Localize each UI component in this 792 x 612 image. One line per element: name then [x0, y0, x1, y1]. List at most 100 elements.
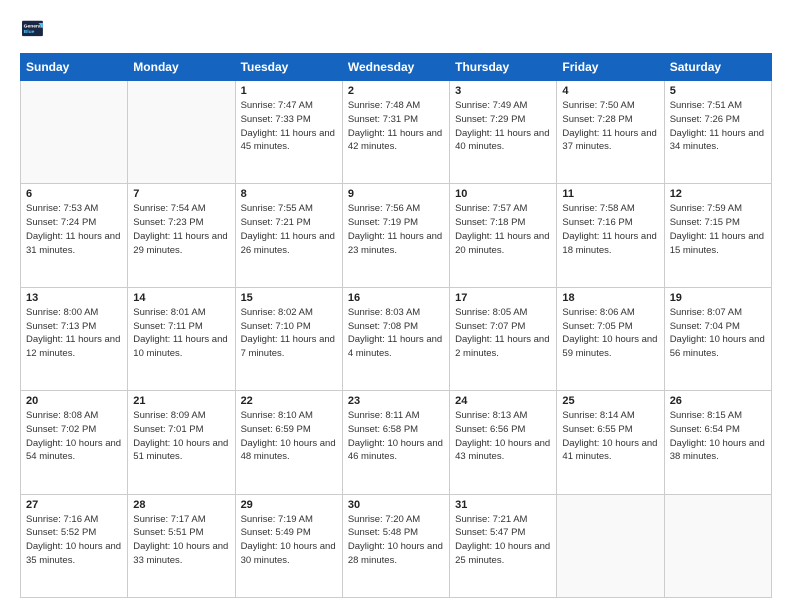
- svg-text:Blue: Blue: [24, 29, 35, 35]
- day-info: Sunrise: 7:16 AM Sunset: 5:52 PM Dayligh…: [26, 513, 122, 568]
- day-number: 15: [241, 292, 337, 304]
- week-row-1: 6Sunrise: 7:53 AM Sunset: 7:24 PM Daylig…: [21, 184, 772, 287]
- day-cell: 17 Sunrise: 8:05 AM Sunset: 7:07 PM Dayli…: [450, 287, 557, 390]
- day-cell: 20 Sunrise: 8:08 AM Sunset: 7:02 PM Dayli…: [21, 391, 128, 494]
- day-cell: 21 Sunrise: 8:09 AM Sunset: 7:01 PM Dayli…: [128, 391, 235, 494]
- day-info: Sunrise: 7:51 AM Sunset: 7:26 PM Dayligh…: [670, 99, 766, 154]
- day-number: 9: [348, 188, 444, 200]
- header-row: SundayMondayTuesdayWednesdayThursdayFrid…: [21, 54, 772, 81]
- day-number: 16: [348, 292, 444, 304]
- day-cell: 8 Sunrise: 7:55 AM Sunset: 7:21 PM Daylig…: [235, 184, 342, 287]
- week-row-2: 13 Sunrise: 8:00 AM Sunset: 7:13 PM Dayli…: [21, 287, 772, 390]
- day-number: 20: [26, 395, 122, 407]
- day-info: Sunrise: 7:47 AM Sunset: 7:33 PM Dayligh…: [241, 99, 337, 154]
- day-info: Sunrise: 8:13 AM Sunset: 6:56 PM Dayligh…: [455, 409, 551, 464]
- day-cell: 12 Sunrise: 7:59 AM Sunset: 7:15 PM Dayli…: [664, 184, 771, 287]
- day-cell: 27 Sunrise: 7:16 AM Sunset: 5:52 PM Dayli…: [21, 494, 128, 597]
- day-number: 3: [455, 85, 551, 97]
- day-info: Sunrise: 8:08 AM Sunset: 7:02 PM Dayligh…: [26, 409, 122, 464]
- day-info: Sunrise: 8:06 AM Sunset: 7:05 PM Dayligh…: [562, 306, 658, 361]
- day-number: 21: [133, 395, 229, 407]
- day-cell: 13 Sunrise: 8:00 AM Sunset: 7:13 PM Dayli…: [21, 287, 128, 390]
- day-info: Sunrise: 7:17 AM Sunset: 5:51 PM Dayligh…: [133, 513, 229, 568]
- day-cell: 11 Sunrise: 7:58 AM Sunset: 7:16 PM Dayli…: [557, 184, 664, 287]
- day-number: 27: [26, 499, 122, 511]
- col-header-tuesday: Tuesday: [235, 54, 342, 81]
- day-cell: [128, 81, 235, 184]
- day-number: 24: [455, 395, 551, 407]
- day-info: Sunrise: 7:58 AM Sunset: 7:16 PM Dayligh…: [562, 202, 658, 257]
- day-number: 1: [241, 85, 337, 97]
- day-cell: 14Sunrise: 8:01 AM Sunset: 7:11 PM Dayli…: [128, 287, 235, 390]
- day-number: 11: [562, 188, 658, 200]
- day-info: Sunrise: 7:56 AM Sunset: 7:19 PM Dayligh…: [348, 202, 444, 257]
- day-cell: 26Sunrise: 8:15 AM Sunset: 6:54 PM Dayli…: [664, 391, 771, 494]
- day-info: Sunrise: 8:02 AM Sunset: 7:10 PM Dayligh…: [241, 306, 337, 361]
- day-cell: 25 Sunrise: 8:14 AM Sunset: 6:55 PM Dayli…: [557, 391, 664, 494]
- day-cell: 15 Sunrise: 8:02 AM Sunset: 7:10 PM Dayli…: [235, 287, 342, 390]
- day-number: 28: [133, 499, 229, 511]
- day-number: 8: [241, 188, 337, 200]
- day-number: 6: [26, 188, 122, 200]
- day-info: Sunrise: 8:07 AM Sunset: 7:04 PM Dayligh…: [670, 306, 766, 361]
- day-info: Sunrise: 7:49 AM Sunset: 7:29 PM Dayligh…: [455, 99, 551, 154]
- day-number: 30: [348, 499, 444, 511]
- col-header-saturday: Saturday: [664, 54, 771, 81]
- day-cell: 30 Sunrise: 7:20 AM Sunset: 5:48 PM Dayli…: [342, 494, 449, 597]
- col-header-sunday: Sunday: [21, 54, 128, 81]
- day-info: Sunrise: 7:55 AM Sunset: 7:21 PM Dayligh…: [241, 202, 337, 257]
- day-info: Sunrise: 7:54 AM Sunset: 7:23 PM Dayligh…: [133, 202, 229, 257]
- calendar-table: SundayMondayTuesdayWednesdayThursdayFrid…: [20, 53, 772, 598]
- day-cell: 16Sunrise: 8:03 AM Sunset: 7:08 PM Dayli…: [342, 287, 449, 390]
- day-number: 2: [348, 85, 444, 97]
- day-info: Sunrise: 7:59 AM Sunset: 7:15 PM Dayligh…: [670, 202, 766, 257]
- day-cell: 31 Sunrise: 7:21 AM Sunset: 5:47 PM Dayli…: [450, 494, 557, 597]
- header: General Blue: [20, 18, 772, 45]
- week-row-0: 1 Sunrise: 7:47 AM Sunset: 7:33 PM Daylig…: [21, 81, 772, 184]
- day-cell: 5 Sunrise: 7:51 AM Sunset: 7:26 PM Daylig…: [664, 81, 771, 184]
- day-cell: [664, 494, 771, 597]
- day-info: Sunrise: 7:20 AM Sunset: 5:48 PM Dayligh…: [348, 513, 444, 568]
- day-cell: 19Sunrise: 8:07 AM Sunset: 7:04 PM Dayli…: [664, 287, 771, 390]
- day-cell: 18 Sunrise: 8:06 AM Sunset: 7:05 PM Dayli…: [557, 287, 664, 390]
- day-number: 22: [241, 395, 337, 407]
- day-info: Sunrise: 8:14 AM Sunset: 6:55 PM Dayligh…: [562, 409, 658, 464]
- day-number: 7: [133, 188, 229, 200]
- day-info: Sunrise: 7:48 AM Sunset: 7:31 PM Dayligh…: [348, 99, 444, 154]
- day-info: Sunrise: 8:11 AM Sunset: 6:58 PM Dayligh…: [348, 409, 444, 464]
- day-info: Sunrise: 7:21 AM Sunset: 5:47 PM Dayligh…: [455, 513, 551, 568]
- day-info: Sunrise: 8:00 AM Sunset: 7:13 PM Dayligh…: [26, 306, 122, 361]
- day-number: 31: [455, 499, 551, 511]
- day-number: 13: [26, 292, 122, 304]
- day-number: 12: [670, 188, 766, 200]
- day-cell: 1 Sunrise: 7:47 AM Sunset: 7:33 PM Daylig…: [235, 81, 342, 184]
- day-info: Sunrise: 8:01 AM Sunset: 7:11 PM Dayligh…: [133, 306, 229, 361]
- day-number: 23: [348, 395, 444, 407]
- day-cell: 22 Sunrise: 8:10 AM Sunset: 6:59 PM Dayli…: [235, 391, 342, 494]
- day-number: 5: [670, 85, 766, 97]
- calendar-page: General Blue SundayMondayTuesdayWednesda…: [0, 0, 792, 612]
- day-cell: 24 Sunrise: 8:13 AM Sunset: 6:56 PM Dayli…: [450, 391, 557, 494]
- day-number: 18: [562, 292, 658, 304]
- col-header-thursday: Thursday: [450, 54, 557, 81]
- day-cell: 6Sunrise: 7:53 AM Sunset: 7:24 PM Daylig…: [21, 184, 128, 287]
- day-cell: 2 Sunrise: 7:48 AM Sunset: 7:31 PM Daylig…: [342, 81, 449, 184]
- day-cell: 29Sunrise: 7:19 AM Sunset: 5:49 PM Dayli…: [235, 494, 342, 597]
- day-number: 29: [241, 499, 337, 511]
- day-number: 26: [670, 395, 766, 407]
- day-number: 4: [562, 85, 658, 97]
- logo-icon: General Blue: [22, 18, 44, 40]
- day-number: 25: [562, 395, 658, 407]
- day-info: Sunrise: 8:09 AM Sunset: 7:01 PM Dayligh…: [133, 409, 229, 464]
- day-info: Sunrise: 8:05 AM Sunset: 7:07 PM Dayligh…: [455, 306, 551, 361]
- col-header-wednesday: Wednesday: [342, 54, 449, 81]
- col-header-friday: Friday: [557, 54, 664, 81]
- day-info: Sunrise: 8:10 AM Sunset: 6:59 PM Dayligh…: [241, 409, 337, 464]
- week-row-3: 20 Sunrise: 8:08 AM Sunset: 7:02 PM Dayli…: [21, 391, 772, 494]
- day-cell: 9 Sunrise: 7:56 AM Sunset: 7:19 PM Daylig…: [342, 184, 449, 287]
- day-cell: 3 Sunrise: 7:49 AM Sunset: 7:29 PM Daylig…: [450, 81, 557, 184]
- day-number: 17: [455, 292, 551, 304]
- day-cell: 7 Sunrise: 7:54 AM Sunset: 7:23 PM Daylig…: [128, 184, 235, 287]
- day-cell: 4Sunrise: 7:50 AM Sunset: 7:28 PM Daylig…: [557, 81, 664, 184]
- day-cell: [557, 494, 664, 597]
